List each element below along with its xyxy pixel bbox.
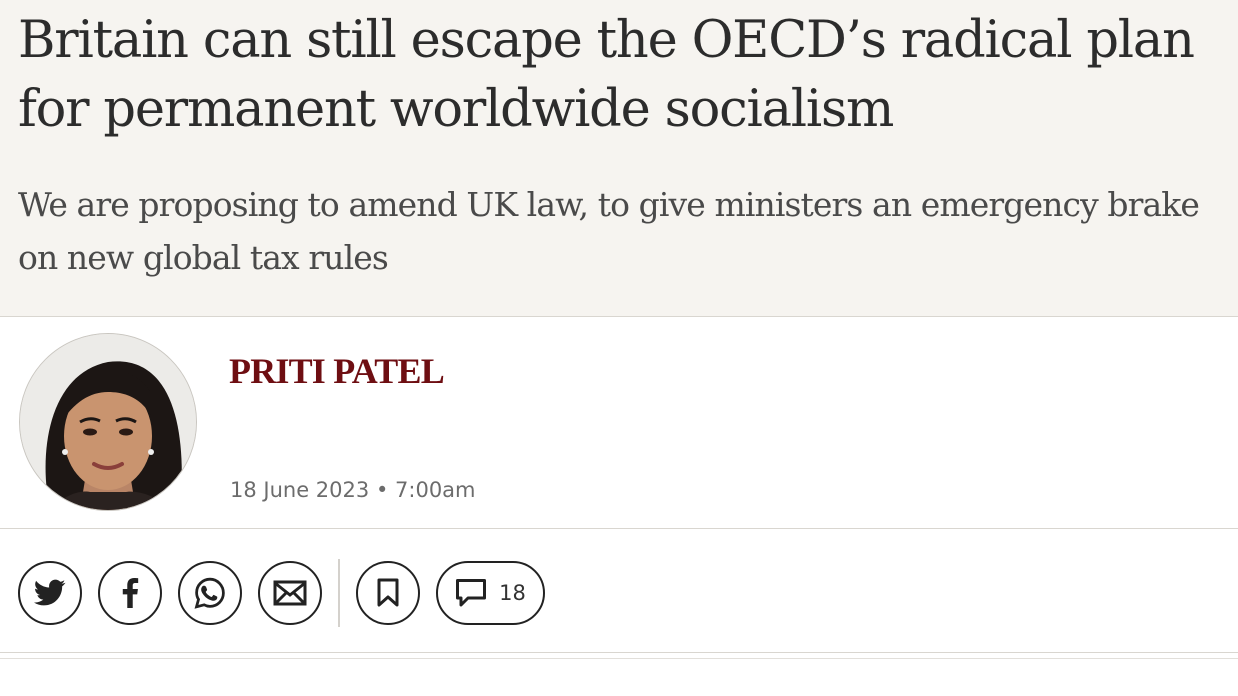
author-name[interactable]: PRITI PATEL [229,350,445,392]
publish-time: 7:00am [395,478,476,502]
dateline-separator: • [375,478,389,502]
article-page: Britain can still escape the OECD’s radi… [0,0,1238,696]
share-whatsapp-button[interactable] [178,561,242,625]
facebook-icon [122,578,139,608]
bottom-divider [0,658,1238,659]
comments-button[interactable]: 18 [436,561,545,625]
author-photo [20,334,196,510]
share-twitter-button[interactable] [18,561,82,625]
bookmark-button[interactable] [356,561,420,625]
article-headline: Britain can still escape the OECD’s radi… [18,11,1195,139]
article-standfirst: We are proposing to amend UK law, to giv… [18,185,1200,277]
comment-count: 18 [499,581,526,605]
bookmark-icon [377,578,399,607]
twitter-icon [34,579,66,606]
whatsapp-icon [194,577,225,609]
share-facebook-button[interactable] [98,561,162,625]
publish-date: 18 June 2023 [230,478,370,502]
article-header: Britain can still escape the OECD’s radi… [0,0,1238,317]
comment-icon [456,579,487,607]
share-bar: 18 [0,529,1238,653]
share-email-button[interactable] [258,561,322,625]
author-avatar[interactable] [19,333,197,511]
byline: PRITI PATEL 18 June 2023 • 7:00am [0,317,1238,529]
share-divider [338,559,340,627]
publish-dateline: 18 June 2023 • 7:00am [230,478,476,502]
email-icon [273,580,307,606]
